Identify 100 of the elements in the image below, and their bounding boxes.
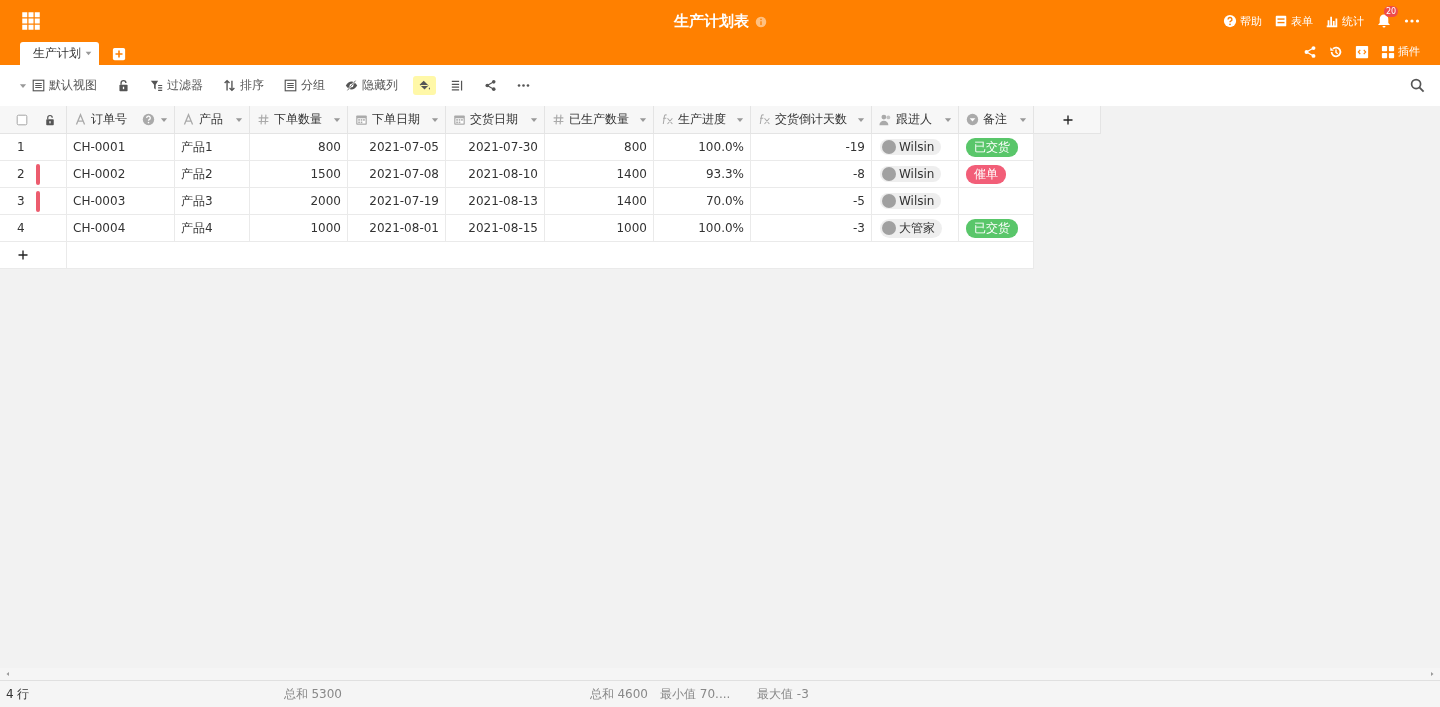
form-icon — [1274, 14, 1288, 28]
column-header[interactable]: 交货日期 — [446, 106, 545, 134]
table-cell: 2021-07-30 — [446, 134, 545, 161]
row-height-icon — [451, 79, 464, 92]
column-summary: 最小值 70.... — [660, 685, 731, 703]
hash-icon — [552, 113, 565, 126]
fx-icon — [661, 113, 674, 126]
filter-button[interactable]: 过滤器 — [145, 74, 208, 97]
group-button[interactable]: 分组 — [279, 74, 330, 97]
table-cell: -3 — [751, 215, 872, 242]
table-cell: 1400 — [545, 161, 654, 188]
table-cell: 1000 — [545, 215, 654, 242]
column-header[interactable]: 跟进人 — [872, 106, 959, 134]
group-icon — [32, 79, 45, 92]
grid-icon[interactable] — [21, 11, 41, 31]
search-icon[interactable] — [1410, 78, 1425, 93]
table-cell: 产品3 — [175, 188, 250, 215]
plugins-icon — [1381, 44, 1395, 59]
history-icon[interactable] — [1329, 44, 1343, 59]
person-chip[interactable]: 大管家 — [880, 218, 942, 238]
bell-icon[interactable] — [1376, 13, 1392, 29]
table-cell: 产品2 — [175, 161, 250, 188]
hash-icon — [257, 113, 270, 126]
table-cell: 100.0% — [654, 215, 751, 242]
column-summary: 总和 4600 — [589, 685, 648, 703]
column-header[interactable]: 备注 — [959, 106, 1034, 134]
eye-slash-icon — [345, 79, 358, 92]
person-chip[interactable]: Wilsin — [880, 139, 942, 155]
table-cell: 产品1 — [175, 134, 250, 161]
filter-icon — [150, 79, 163, 92]
sort-button[interactable]: 排序 — [218, 74, 269, 97]
table-cell: 2021-08-01 — [348, 215, 446, 242]
table-cell: 2021-07-08 — [348, 161, 446, 188]
code-icon[interactable] — [1355, 44, 1369, 59]
avatar — [882, 194, 896, 208]
share-icon — [484, 79, 497, 92]
add-tab-icon[interactable] — [112, 46, 126, 61]
group-icon — [284, 79, 297, 92]
table-cell: 2021-07-05 — [348, 134, 446, 161]
row-number: 1 — [17, 140, 25, 154]
info-icon[interactable] — [754, 15, 767, 28]
view-selector[interactable]: 默认视图 — [13, 74, 102, 97]
table-cell: 2021-07-19 — [348, 188, 446, 215]
plus-icon — [1062, 113, 1074, 126]
lock-icon[interactable] — [44, 113, 56, 126]
people-icon — [879, 113, 892, 126]
avatar — [882, 167, 896, 181]
row-count: 4 行 — [6, 685, 30, 703]
column-summary: 总和 5300 — [283, 685, 342, 703]
table-cell: 2021-08-13 — [446, 188, 545, 215]
share-icon[interactable] — [1303, 44, 1317, 59]
table-cell: -19 — [751, 134, 872, 161]
avatar — [882, 140, 896, 154]
calendar-icon — [453, 113, 466, 126]
table-cell: 1000 — [250, 215, 348, 242]
table-cell: 93.3% — [654, 161, 751, 188]
column-header[interactable]: 下单日期 — [348, 106, 446, 134]
table-cell: 2021-08-15 — [446, 215, 545, 242]
person-chip[interactable]: Wilsin — [880, 166, 942, 182]
text-type-icon — [74, 113, 87, 126]
table-cell: 1400 — [545, 188, 654, 215]
column-summary: 最大值 -3 — [757, 685, 809, 703]
calendar-icon — [355, 113, 368, 126]
fx-icon — [758, 113, 771, 126]
view-tab[interactable]: 生产计划 — [20, 42, 99, 65]
plus-icon — [17, 249, 29, 261]
row-number: 3 — [17, 194, 25, 208]
notification-badge: 20 — [1384, 6, 1399, 17]
table-cell: CH-0002 — [67, 161, 175, 188]
column-header[interactable]: 订单号 — [67, 106, 175, 134]
table-cell: 2000 — [250, 188, 348, 215]
scroll-right-icon[interactable] — [1428, 670, 1436, 678]
table-cell: 800 — [250, 134, 348, 161]
table-cell: 800 — [545, 134, 654, 161]
status-tag: 已交货 — [966, 137, 1018, 157]
status-tag: 已交货 — [966, 218, 1018, 238]
table-cell: 70.0% — [654, 188, 751, 215]
column-header[interactable]: 产品 — [175, 106, 250, 134]
column-header[interactable]: 已生产数量 — [545, 106, 654, 134]
paint-bucket-button[interactable] — [413, 76, 436, 95]
table-cell: 2021-08-10 — [446, 161, 545, 188]
dropdown-circle-icon — [966, 113, 979, 126]
person-chip[interactable]: Wilsin — [880, 193, 942, 209]
table-cell: 1500 — [250, 161, 348, 188]
column-header[interactable]: 生产进度 — [654, 106, 751, 134]
table-cell: -8 — [751, 161, 872, 188]
lock-icon — [117, 79, 130, 92]
table-cell: CH-0003 — [67, 188, 175, 215]
column-header[interactable]: 下单数量 — [250, 106, 348, 134]
table-cell: CH-0004 — [67, 215, 175, 242]
scroll-left-icon[interactable] — [4, 670, 12, 678]
text-type-icon — [182, 113, 195, 126]
hide-button[interactable]: 隐藏列 — [340, 74, 403, 97]
caret-icon — [84, 49, 93, 58]
bar-chart-icon — [1325, 14, 1339, 28]
checkbox[interactable] — [15, 112, 29, 127]
help-icon — [142, 113, 155, 126]
row-number: 4 — [17, 221, 25, 235]
column-header[interactable]: 交货倒计天数 — [751, 106, 872, 134]
table-cell: CH-0001 — [67, 134, 175, 161]
